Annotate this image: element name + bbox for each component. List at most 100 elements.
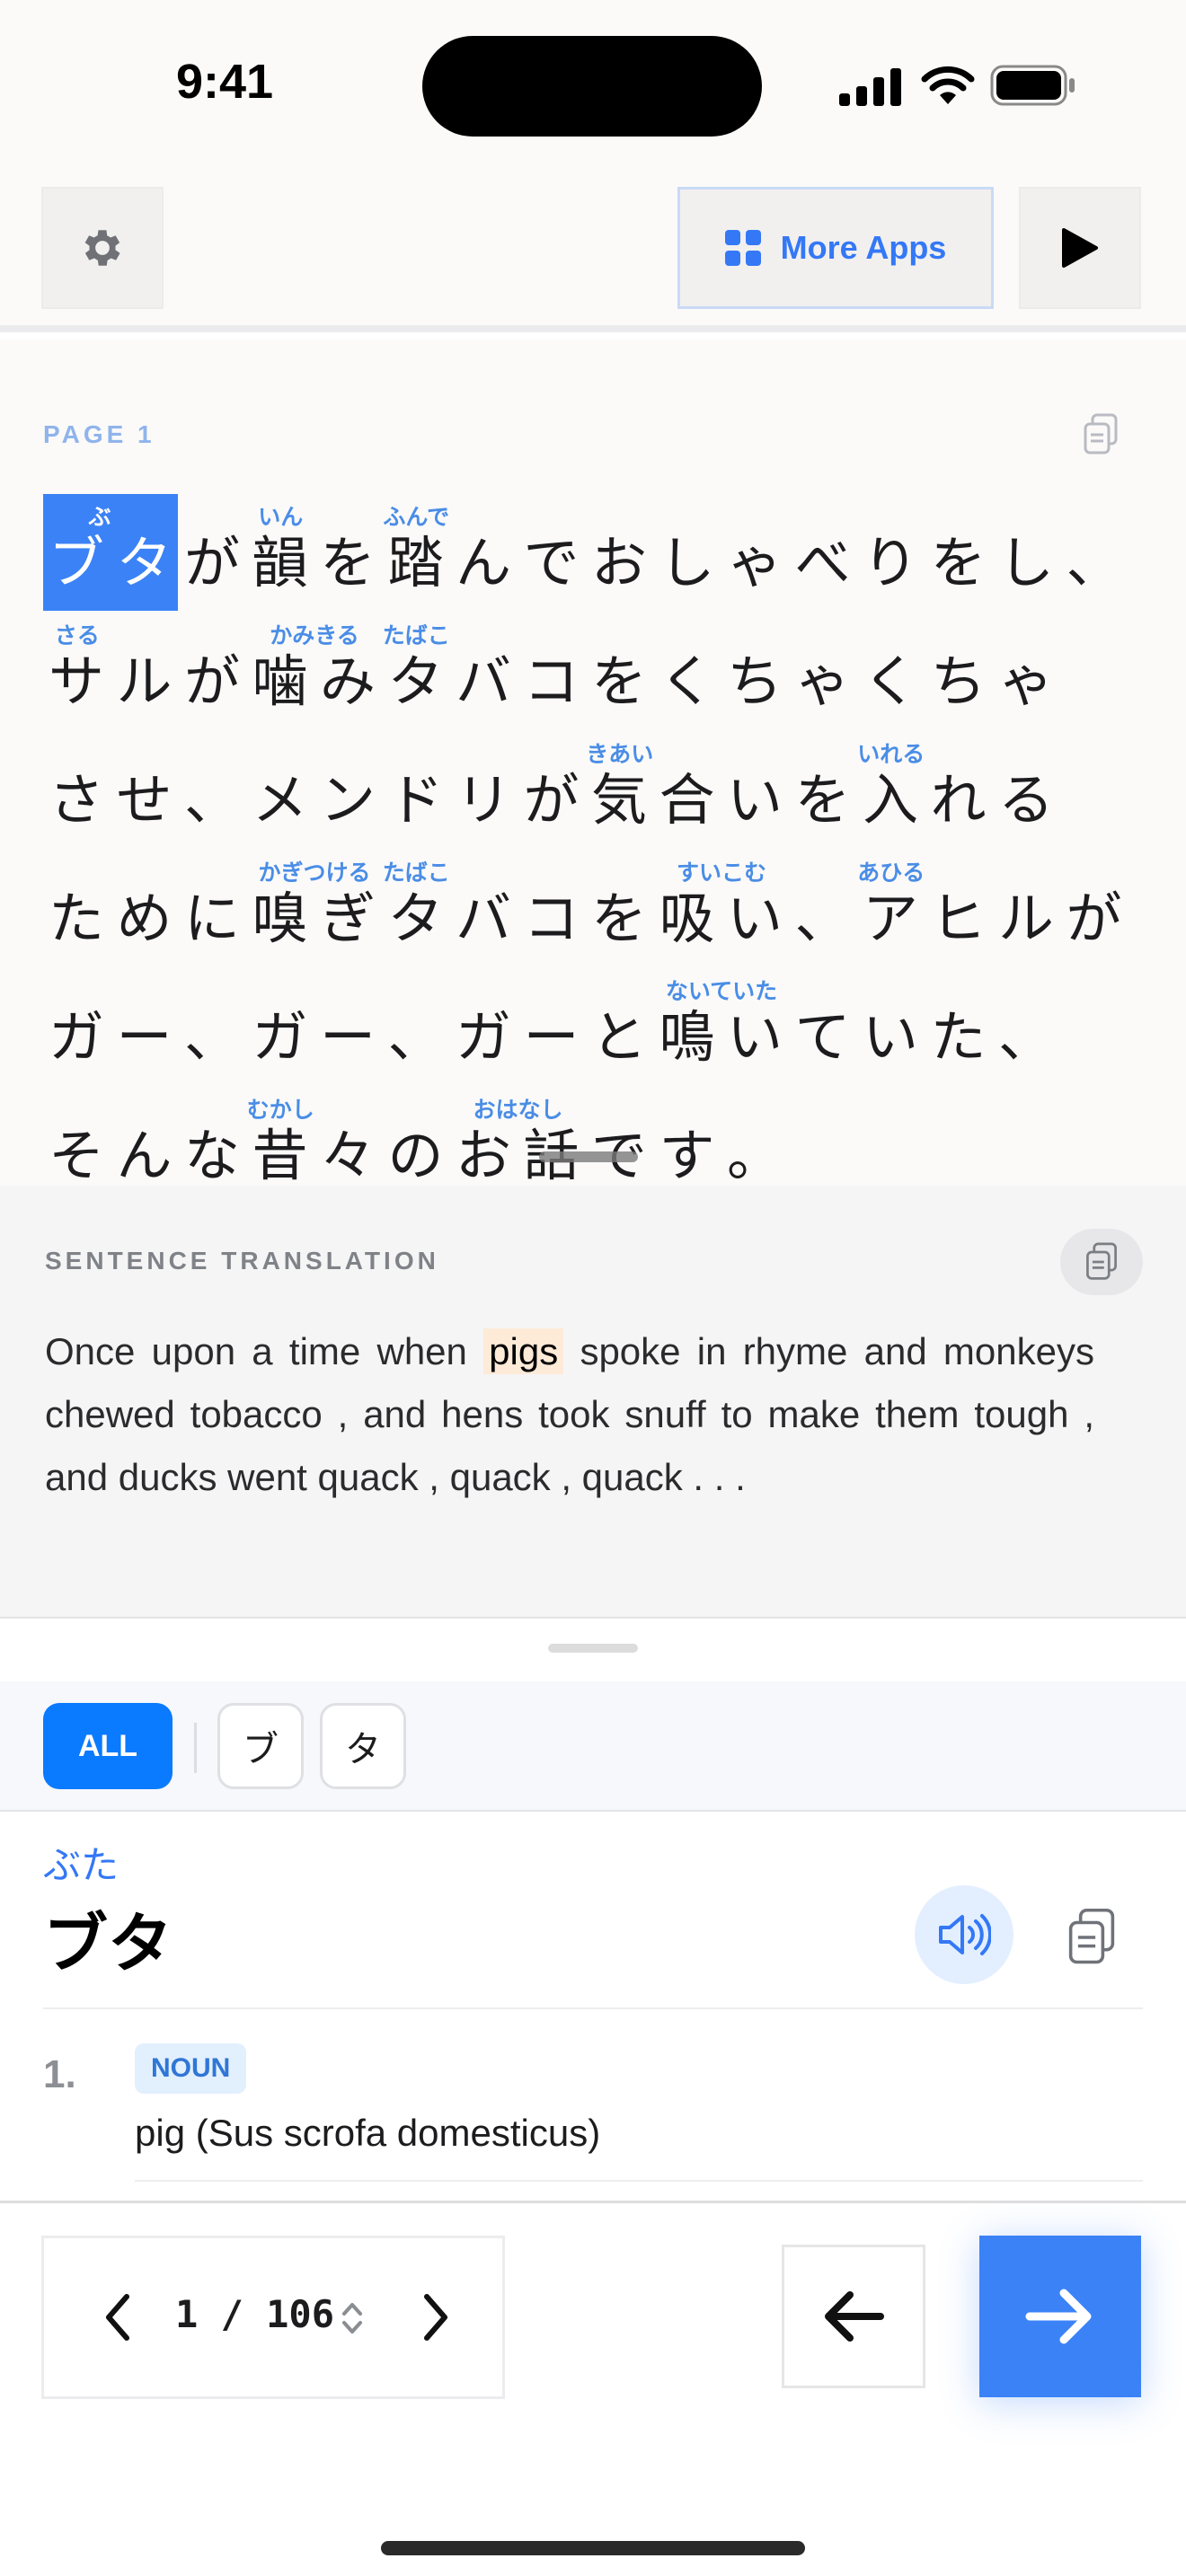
passage-character[interactable]: 。 <box>721 1087 788 1187</box>
passage-character[interactable]: ん <box>450 494 517 611</box>
passage-character[interactable]: ー <box>111 968 178 1085</box>
passage-character[interactable]: し <box>654 494 721 611</box>
passage-character[interactable]: メ <box>247 731 314 848</box>
passage-character[interactable]: 合 <box>654 731 721 848</box>
copy-translation-button[interactable] <box>1060 1229 1143 1295</box>
passage-character[interactable]: み <box>314 613 381 729</box>
passage-character[interactable]: 鳴ないていた <box>654 968 777 1085</box>
speak-button[interactable] <box>915 1885 1013 1984</box>
passage-character[interactable]: 、 <box>179 968 245 1085</box>
passage-character[interactable]: い <box>857 968 924 1085</box>
selected-character[interactable]: タ <box>111 494 178 611</box>
passage-character[interactable]: が <box>1061 850 1128 966</box>
passage-character[interactable]: が <box>179 494 245 611</box>
passage-character[interactable]: で <box>586 1087 652 1187</box>
passage-character[interactable]: い <box>721 968 788 1085</box>
passage-character[interactable]: い <box>721 850 788 966</box>
filter-chip-all[interactable]: ALL <box>43 1703 173 1789</box>
passage-character[interactable]: 、 <box>1061 494 1128 611</box>
passage-character[interactable]: 嗅かぎつける <box>247 850 370 966</box>
passage-character[interactable]: 噛かみきる <box>247 613 358 729</box>
passage-character[interactable]: そ <box>43 1087 110 1187</box>
passage-character[interactable]: リ <box>450 731 517 848</box>
settings-button[interactable] <box>41 187 164 309</box>
filter-chip[interactable]: タ <box>320 1703 406 1789</box>
copy-icon[interactable] <box>1082 413 1120 456</box>
passage-character[interactable]: し <box>993 494 1059 611</box>
passage-character[interactable]: ガ <box>247 968 314 1085</box>
passage-character[interactable]: せ <box>111 731 178 848</box>
passage-character[interactable]: タたばこ <box>383 613 450 729</box>
chevron-up-down-icon[interactable] <box>339 2296 366 2341</box>
resize-handle[interactable] <box>539 1151 638 1162</box>
passage-character[interactable]: ぎ <box>314 850 381 966</box>
copy-entry-button[interactable] <box>1051 1901 1132 1973</box>
passage-character[interactable]: 々 <box>314 1087 381 1187</box>
passage-character[interactable]: た <box>925 968 992 1085</box>
more-apps-button[interactable]: More Apps <box>677 187 994 309</box>
passage-character[interactable]: り <box>857 494 924 611</box>
passage-character[interactable]: 話 <box>518 1087 585 1187</box>
filter-chip[interactable]: ブ <box>217 1703 304 1789</box>
passage-character[interactable]: と <box>586 968 652 1085</box>
passage-character[interactable]: め <box>111 850 178 966</box>
passage-character[interactable]: ち <box>721 613 788 729</box>
passage-character[interactable]: サさる <box>43 613 110 729</box>
passage-character[interactable]: ゃ <box>790 613 856 729</box>
passage-character[interactable]: バ <box>450 613 517 729</box>
sheet-handle[interactable] <box>548 1644 638 1653</box>
passage-character[interactable]: す <box>654 1087 721 1187</box>
passage-character[interactable]: ん <box>111 1087 178 1187</box>
passage-character[interactable]: 、 <box>383 968 449 1085</box>
passage-character[interactable]: ち <box>925 613 992 729</box>
play-button[interactable] <box>1019 187 1141 309</box>
passage-character[interactable]: おおはなし <box>450 1087 563 1186</box>
passage-character[interactable]: ヒ <box>925 850 992 966</box>
next-sentence-button[interactable] <box>979 2236 1141 2397</box>
passage-character[interactable]: ゃ <box>993 613 1059 729</box>
passage-character[interactable]: れ <box>925 731 992 848</box>
passage-character[interactable]: バ <box>450 850 517 966</box>
passage-character[interactable]: 、 <box>179 731 245 848</box>
passage-character[interactable]: 、 <box>790 850 856 966</box>
passage-character[interactable]: ド <box>383 731 449 848</box>
passage-character[interactable]: た <box>43 850 110 966</box>
passage-character[interactable]: 、 <box>993 968 1059 1085</box>
passage-character[interactable]: ン <box>314 731 381 848</box>
previous-sentence-button[interactable] <box>782 2245 925 2388</box>
passage-character[interactable]: 入いれる <box>857 731 925 848</box>
passage-character[interactable]: な <box>179 1087 245 1187</box>
passage-character[interactable]: コ <box>518 850 585 966</box>
passage-character[interactable]: の <box>383 1087 449 1187</box>
passage-character[interactable]: さ <box>43 731 110 848</box>
selected-character[interactable]: ブぶた <box>43 494 134 611</box>
passage-character[interactable]: ゃ <box>721 494 788 611</box>
passage-character[interactable]: を <box>586 613 652 729</box>
passage-character[interactable]: に <box>179 850 245 966</box>
passage-character[interactable]: 吸すいこむ <box>654 850 766 966</box>
passage-character[interactable]: ガ <box>43 968 110 1085</box>
passage-character[interactable]: を <box>586 850 652 966</box>
passage-character[interactable]: 踏ふんで <box>383 494 449 611</box>
passage-character[interactable]: が <box>518 731 585 848</box>
passage-character[interactable]: が <box>179 613 245 729</box>
passage-character[interactable]: を <box>314 494 381 611</box>
passage-character[interactable]: て <box>790 968 856 1085</box>
passage-character[interactable]: べ <box>790 494 856 611</box>
passage-character[interactable]: ガ <box>450 968 517 1085</box>
passage-character[interactable]: 気きあい <box>586 731 653 848</box>
passage-character[interactable]: で <box>518 494 585 611</box>
passage-character[interactable]: アあひる <box>857 850 925 966</box>
passage-character[interactable]: 昔むかし <box>247 1087 314 1186</box>
passage-character[interactable]: く <box>654 613 721 729</box>
passage-character[interactable]: ル <box>111 613 178 729</box>
passage-character[interactable]: ル <box>993 850 1059 966</box>
passage-character[interactable]: ー <box>518 968 585 1085</box>
previous-page-button[interactable] <box>80 2280 155 2355</box>
next-page-button[interactable] <box>398 2280 474 2355</box>
passage-character[interactable]: い <box>721 731 788 848</box>
passage-character[interactable]: タたばこ <box>383 850 450 966</box>
passage-character[interactable]: る <box>993 731 1059 848</box>
passage-character[interactable]: ー <box>314 968 381 1085</box>
passage-character[interactable]: を <box>790 731 856 848</box>
